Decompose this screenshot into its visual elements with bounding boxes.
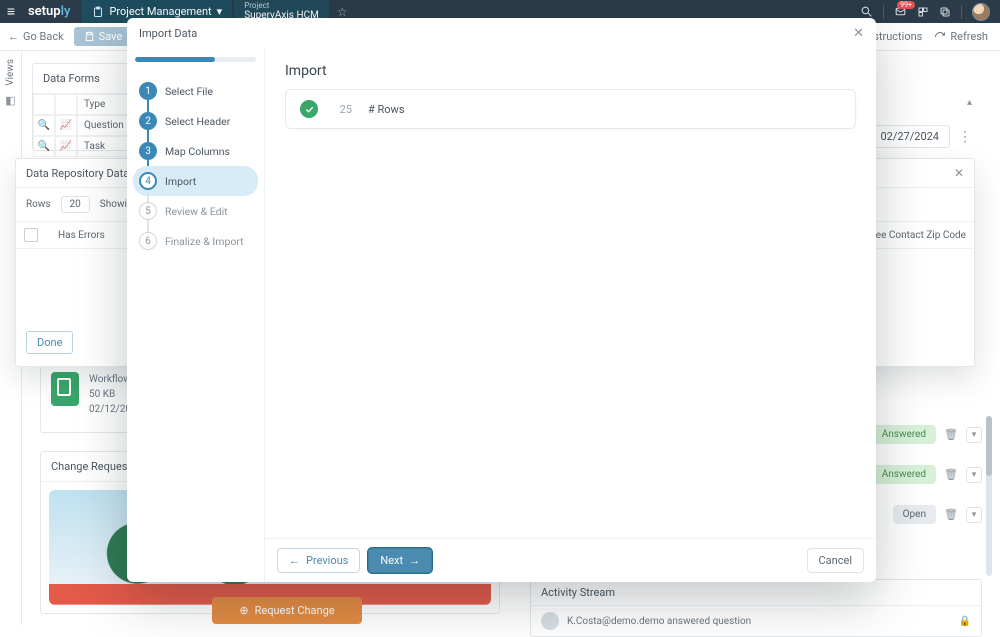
arrow-right-icon: → xyxy=(409,554,420,567)
arrow-left-icon: ← xyxy=(289,554,300,567)
import-summary-row: 25 # Rows xyxy=(285,89,856,129)
modal-title: Import Data xyxy=(139,27,197,40)
step-import[interactable]: 4Import xyxy=(133,166,258,196)
row-count: 25 xyxy=(334,103,352,116)
check-circle-icon xyxy=(300,100,318,118)
import-heading: Import xyxy=(265,47,876,89)
next-button[interactable]: Next → xyxy=(368,548,432,573)
cancel-button[interactable]: Cancel xyxy=(807,548,864,573)
row-label: # Rows xyxy=(368,103,405,116)
step-review-edit[interactable]: 5Review & Edit xyxy=(133,196,258,226)
import-data-modal: Import Data ✕ 1Select File 2Select Heade… xyxy=(127,18,876,582)
step-select-file[interactable]: 1Select File xyxy=(133,76,258,106)
progress-bar xyxy=(135,57,256,62)
stepper: 1Select File 2Select Header 3Map Columns… xyxy=(127,47,264,582)
previous-button[interactable]: ← Previous xyxy=(277,548,360,573)
close-icon[interactable]: ✕ xyxy=(853,26,864,41)
step-map-columns[interactable]: 3Map Columns xyxy=(133,136,258,166)
step-select-header[interactable]: 2Select Header xyxy=(133,106,258,136)
modal-overlay: Import Data ✕ 1Select File 2Select Heade… xyxy=(0,0,1000,625)
step-finalize-import[interactable]: 6Finalize & Import xyxy=(133,226,258,256)
